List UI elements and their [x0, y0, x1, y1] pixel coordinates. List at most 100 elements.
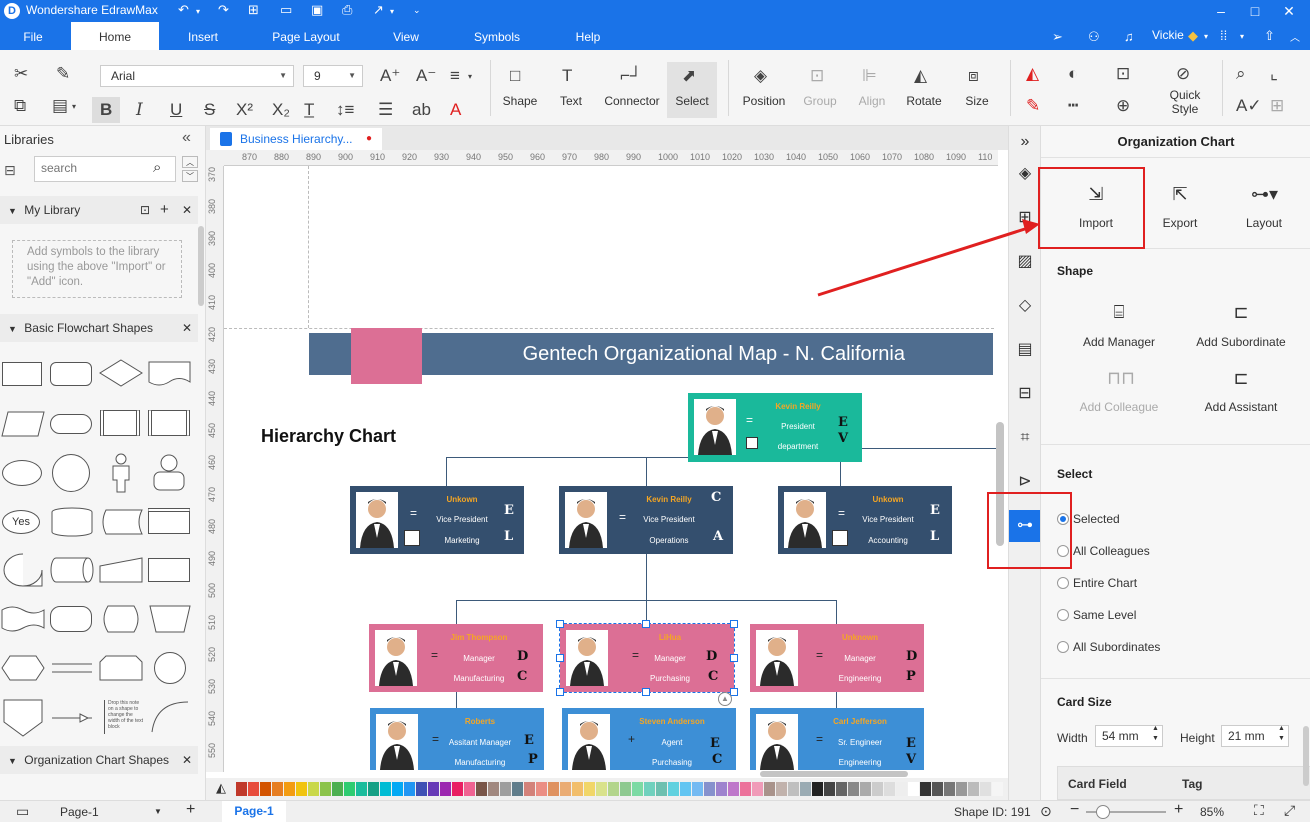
menu-page-layout[interactable]: Page Layout: [262, 22, 350, 50]
italic-icon[interactable]: I: [136, 100, 143, 120]
color-swatch[interactable]: [848, 782, 859, 796]
connector-icon[interactable]: ⌐┘: [620, 66, 642, 86]
spinner-icon[interactable]: ▲ ▼: [1278, 724, 1285, 744]
color-swatch[interactable]: [680, 782, 691, 796]
format-painter-icon[interactable]: ✎: [56, 64, 70, 84]
my-library-header[interactable]: ▼ My Library ⊡ + ✕: [0, 196, 198, 224]
color-swatch[interactable]: [860, 782, 871, 796]
zoom-slider-thumb[interactable]: [1096, 805, 1110, 819]
customize-icon[interactable]: ⌄: [413, 5, 421, 16]
add-manager-icon[interactable]: ⌸: [1107, 302, 1131, 323]
decision-shape[interactable]: [98, 358, 144, 388]
arc-shape[interactable]: [148, 698, 192, 734]
collapse-panel-icon[interactable]: «: [182, 129, 191, 147]
color-swatch[interactable]: [284, 782, 295, 796]
color-swatch[interactable]: [260, 782, 271, 796]
layout-button[interactable]: Layout: [1229, 216, 1299, 230]
ellipse-shape[interactable]: [2, 460, 42, 486]
circle-shape[interactable]: [52, 454, 90, 492]
save-icon[interactable]: ▣: [311, 2, 323, 18]
minimize-button[interactable]: –: [1206, 0, 1236, 22]
undo-dropdown-icon[interactable]: ▾: [196, 7, 200, 16]
font-family-select[interactable]: Arial ▼: [100, 65, 294, 87]
color-swatch[interactable]: [572, 782, 583, 796]
copy-icon[interactable]: ⧉: [14, 96, 26, 116]
punched-tape-shape[interactable]: [0, 604, 46, 634]
rotate-label[interactable]: Rotate: [900, 94, 948, 108]
color-swatch[interactable]: [512, 782, 523, 796]
selection-handle[interactable]: [556, 620, 564, 628]
export-dropdown-icon[interactable]: ▾: [390, 7, 394, 16]
color-swatch[interactable]: [644, 782, 655, 796]
apps-dropdown-icon[interactable]: ▾: [1240, 32, 1244, 41]
direct-data-shape[interactable]: [50, 556, 94, 584]
org-card-vp-accounting[interactable]: = Unkown Vice President Accounting E L: [778, 486, 952, 554]
color-swatch[interactable]: [308, 782, 319, 796]
color-swatch[interactable]: [548, 782, 559, 796]
hierarchy-chart-title[interactable]: Hierarchy Chart: [261, 426, 396, 447]
image-icon[interactable]: ▨: [1009, 246, 1041, 278]
org-card-vp-marketing[interactable]: = Unkown Vice President Marketing E L: [350, 486, 524, 554]
line-spacing-icon[interactable]: ↕≡: [336, 100, 354, 120]
share-icon[interactable]: ⚇: [1088, 29, 1100, 45]
connector-circle-shape[interactable]: [154, 652, 186, 684]
color-swatch[interactable]: [872, 782, 883, 796]
color-swatch[interactable]: [440, 782, 451, 796]
card-shape[interactable]: [148, 558, 190, 582]
color-swatch[interactable]: [380, 782, 391, 796]
color-swatch[interactable]: [488, 782, 499, 796]
print-icon[interactable]: ⎙: [342, 2, 352, 18]
color-swatch[interactable]: [320, 782, 331, 796]
color-swatch[interactable]: [884, 782, 895, 796]
menu-home[interactable]: Home: [71, 22, 159, 50]
superscript-icon[interactable]: X²: [236, 100, 253, 120]
position-label[interactable]: Position: [738, 94, 790, 108]
search-input[interactable]: [41, 157, 151, 179]
publish-icon[interactable]: ➢: [1052, 29, 1063, 45]
color-swatch[interactable]: [908, 782, 919, 796]
user-name[interactable]: Vickie: [1152, 28, 1184, 42]
add-assistant-icon[interactable]: ⊏: [1229, 368, 1253, 389]
font-size-select[interactable]: 9 ▼: [303, 65, 363, 87]
play-icon[interactable]: ⊙: [1040, 803, 1052, 820]
color-swatch[interactable]: [236, 782, 247, 796]
alternate-process-shape[interactable]: [50, 606, 92, 632]
data-shape[interactable]: [0, 410, 46, 438]
connector-label[interactable]: Connector: [600, 94, 664, 108]
color-swatch[interactable]: [968, 782, 979, 796]
ribbon-toggle-icon[interactable]: ⇧: [1264, 28, 1275, 44]
color-swatch[interactable]: [476, 782, 487, 796]
color-swatch[interactable]: [944, 782, 955, 796]
panel-scrollbar[interactable]: [1303, 726, 1309, 786]
org-card-mgr-engineering[interactable]: = Unknown Manager Engineering D P: [750, 624, 924, 692]
redo-icon[interactable]: ↷: [218, 2, 229, 18]
export-button[interactable]: Export: [1145, 216, 1215, 230]
text-highlight-icon[interactable]: ab: [412, 100, 431, 120]
color-swatch[interactable]: [752, 782, 763, 796]
search-box[interactable]: ⌕: [34, 156, 176, 182]
org-card-mgr-manufacturing[interactable]: = Jim Thompson Manager Manufacturing D C: [369, 624, 543, 692]
annotation-shape[interactable]: Drop this note on a shape to change the …: [104, 700, 144, 734]
text-icon[interactable]: T: [562, 66, 572, 86]
selection-handle[interactable]: [730, 620, 738, 628]
radio-entire-chart[interactable]: Entire Chart: [1057, 576, 1137, 590]
color-swatch[interactable]: [296, 782, 307, 796]
fill-color-icon[interactable]: ◭: [1026, 64, 1039, 84]
off-page-reference-shape[interactable]: [2, 698, 44, 738]
color-swatch[interactable]: [920, 782, 931, 796]
org-card-vp-operations[interactable]: = Kevin Reilly Vice President Operations…: [559, 486, 733, 554]
close-icon[interactable]: ✕: [182, 746, 192, 774]
document-tab[interactable]: Business Hierarchy... ●: [210, 128, 382, 150]
fullscreen-icon[interactable]: ⤢: [1284, 802, 1295, 819]
color-swatch[interactable]: [560, 782, 571, 796]
selection-handle[interactable]: [642, 620, 650, 628]
mind-map-icon[interactable]: ⌗: [1009, 422, 1041, 454]
ribbon-collapse-icon[interactable]: ︿: [1290, 29, 1300, 44]
color-swatch[interactable]: [500, 782, 511, 796]
subprocess-shape[interactable]: [148, 410, 190, 436]
height-input[interactable]: 21 mm ▲ ▼: [1221, 725, 1289, 747]
menu-view[interactable]: View: [382, 22, 430, 50]
page-select[interactable]: Page-1 ▼: [48, 803, 166, 821]
color-swatch[interactable]: [344, 782, 355, 796]
user-shape[interactable]: [152, 454, 186, 492]
